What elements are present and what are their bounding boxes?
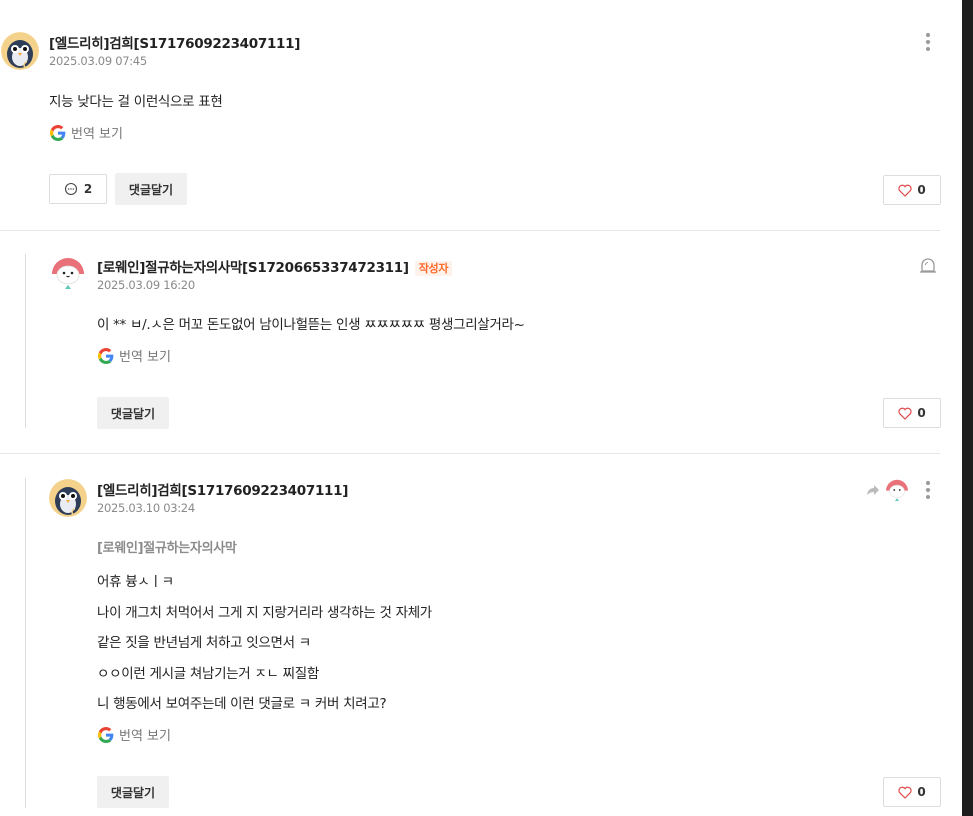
comment-text-line: 나이 개그치 처먹어서 그게 지 지랑거리라 생각하는 것 자체가 (97, 605, 432, 621)
write-reply-button[interactable]: 댓글달기 (97, 397, 169, 429)
reply-count: 2 (83, 182, 93, 196)
author-name: [로웨인]절규하는자의사막[S1720665337472311] (97, 260, 409, 276)
more-vertical-icon[interactable] (924, 479, 932, 501)
reply-count-button[interactable]: 2 (49, 174, 107, 204)
translate-label: 번역 보기 (119, 729, 171, 744)
mention-tag[interactable]: [로웨인]절규하는자의사막 (97, 537, 237, 556)
comment-date: 2025.03.09 16:20 (97, 278, 195, 292)
comment-text-line: 어휴 븅ㅅㅣㅋ (97, 574, 174, 590)
translate-link[interactable]: 번역 보기 (50, 123, 123, 142)
avatar-seal[interactable] (49, 254, 87, 292)
comment-divider (0, 230, 940, 231)
thread-line (25, 478, 26, 808)
comment-date: 2025.03.10 03:24 (97, 501, 195, 515)
heart-icon (898, 184, 912, 197)
google-g-icon (98, 347, 114, 364)
comment-text-line: ㅇㅇ이런 게시글 쳐남기는거 ㅈㄴ 찌질함 (97, 666, 320, 682)
page-scrollbar[interactable] (962, 0, 973, 816)
translate-label: 번역 보기 (71, 127, 123, 142)
avatar-penguin[interactable] (1, 32, 39, 70)
translate-label: 번역 보기 (119, 350, 171, 365)
comment-author[interactable]: [엘드리히]검희[S1717609223407111] (49, 32, 300, 52)
google-g-icon (98, 726, 114, 743)
author-badge: 작성자 (414, 261, 453, 276)
comment-text-line: 같은 짓을 반년넘게 처하고 잇으면서 ㅋ (97, 635, 311, 651)
like-count: 0 (917, 406, 926, 420)
comment-1: [엘드리히]검희[S1717609223407111] 2025.03.09 0… (0, 0, 960, 230)
avatar-penguin[interactable] (49, 479, 87, 517)
write-reply-button[interactable]: 댓글달기 (115, 173, 187, 205)
heart-icon (898, 407, 912, 420)
like-count: 0 (917, 785, 926, 799)
like-button[interactable]: 0 (883, 777, 941, 807)
like-button[interactable]: 0 (883, 175, 941, 205)
reply-target-avatar[interactable] (884, 477, 910, 503)
translate-link[interactable]: 번역 보기 (98, 346, 171, 365)
translate-link[interactable]: 번역 보기 (98, 725, 171, 744)
more-vertical-icon[interactable] (924, 31, 932, 53)
comment-author[interactable]: [엘드리히]검희[S1717609223407111] (97, 479, 348, 499)
comment-author[interactable]: [로웨인]절규하는자의사막[S1720665337472311] 작성자 (97, 256, 453, 276)
write-reply-button[interactable]: 댓글달기 (97, 776, 169, 808)
like-count: 0 (917, 183, 926, 197)
reply-arrow-icon (865, 482, 881, 498)
siren-icon[interactable] (918, 255, 938, 275)
google-g-icon (50, 124, 66, 141)
comment-divider (0, 453, 940, 454)
thread-line (25, 254, 26, 428)
comment-text: 이 ** ㅂ/.ㅅ은 머꼬 돈도없어 남이나헐뜯는 인생 ㅉㅉㅉㅉㅉ 평생그리살… (97, 317, 525, 333)
speech-bubble-icon (64, 182, 77, 196)
heart-icon (898, 786, 912, 799)
comment-date: 2025.03.09 07:45 (49, 54, 147, 68)
comment-text-line: 니 행동에서 보여주는데 이런 댓글로 ㅋ 커버 치려고? (97, 696, 387, 712)
comment-text: 지능 낮다는 걸 이런식으로 표현 (49, 94, 223, 110)
like-button[interactable]: 0 (883, 398, 941, 428)
